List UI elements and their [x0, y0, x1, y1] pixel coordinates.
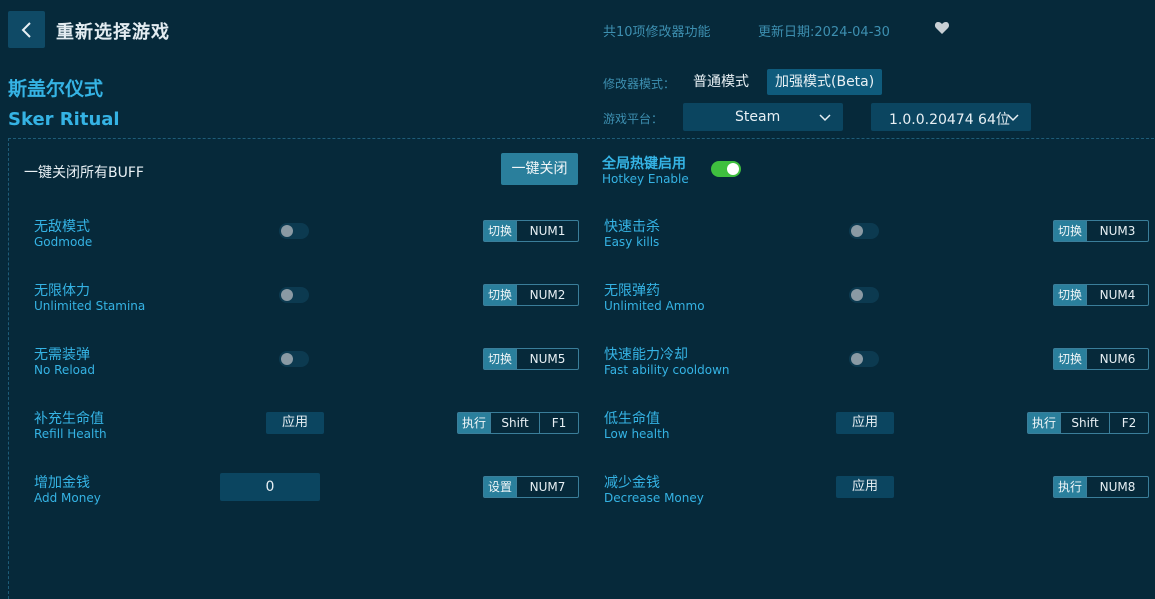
features-count: 共10项修改器功能 [603, 25, 711, 40]
hotkey-key[interactable]: NUM5 [516, 349, 578, 369]
mode-label: 修改器模式： [603, 77, 676, 91]
update-date: 更新日期:2024-04-30 [758, 25, 890, 40]
hotkey-key[interactable]: NUM3 [1086, 221, 1148, 241]
feature-label-cn: 快速能力冷却 [604, 347, 688, 363]
platform-select[interactable]: Steam [683, 103, 843, 131]
hotkey-key[interactable]: Shift [1060, 413, 1109, 433]
platform-label: 游戏平台： [603, 112, 664, 126]
hotkey-action[interactable]: 设置 [484, 477, 517, 497]
decmoney-hotkey[interactable]: 执行 NUM8 [1053, 476, 1149, 498]
stamina-hotkey[interactable]: 切换 NUM2 [483, 284, 579, 306]
lowhealth-apply-button[interactable]: 应用 [836, 412, 894, 434]
heart-icon[interactable] [934, 20, 952, 38]
buff-label: 一键关闭所有BUFF [24, 165, 144, 181]
easykills-hotkey[interactable]: 切换 NUM3 [1053, 220, 1149, 242]
normal-mode-button[interactable]: 普通模式 [685, 69, 757, 95]
feature-label-en: Unlimited Ammo [604, 299, 705, 313]
hotkey-key[interactable]: F1 [539, 413, 578, 433]
feature-label-en: Fast ability cooldown [604, 363, 730, 377]
refill-hotkey[interactable]: 执行 Shift F1 [457, 412, 579, 434]
feature-label-cn: 补充生命值 [34, 411, 104, 427]
feature-label-en: Unlimited Stamina [34, 299, 146, 313]
godmode-hotkey[interactable]: 切换 NUM1 [483, 220, 579, 242]
enhanced-mode-button[interactable]: 加强模式(Beta) [767, 69, 883, 95]
hotkey-key[interactable]: NUM6 [1086, 349, 1148, 369]
feature-label-en: Decrease Money [604, 491, 704, 505]
hotkey-label-en: Hotkey Enable [602, 172, 689, 186]
ammo-hotkey[interactable]: 切换 NUM4 [1053, 284, 1149, 306]
hotkey-action[interactable]: 切换 [1054, 349, 1087, 369]
chevron-down-icon [819, 114, 831, 122]
hotkey-key[interactable]: NUM7 [516, 477, 578, 497]
feature-label-cn: 无敌模式 [34, 219, 90, 235]
stamina-toggle[interactable] [279, 287, 309, 303]
feature-label-cn: 增加金钱 [34, 475, 90, 491]
hotkey-action[interactable]: 执行 [458, 413, 491, 433]
addmoney-value-input[interactable]: 0 [220, 473, 320, 501]
hotkey-key[interactable]: F2 [1109, 413, 1148, 433]
back-button[interactable] [8, 11, 45, 48]
hotkey-action[interactable]: 执行 [1054, 477, 1087, 497]
cooldown-toggle[interactable] [849, 351, 879, 367]
version-select[interactable]: 1.0.0.20474 64位 [871, 103, 1031, 131]
chevron-down-icon [1007, 114, 1019, 122]
hotkey-key[interactable]: NUM1 [516, 221, 578, 241]
feature-label-en: Low health [604, 427, 670, 441]
lowhealth-hotkey[interactable]: 执行 Shift F2 [1027, 412, 1149, 434]
noreload-hotkey[interactable]: 切换 NUM5 [483, 348, 579, 370]
feature-label-cn: 减少金钱 [604, 475, 660, 491]
decmoney-apply-button[interactable]: 应用 [836, 476, 894, 498]
close-all-button[interactable]: 一键关闭 [501, 153, 578, 185]
feature-label-cn: 低生命值 [604, 411, 660, 427]
hotkey-key[interactable]: NUM4 [1086, 285, 1148, 305]
feature-label-en: Refill Health [34, 427, 107, 441]
feature-label-cn: 无限体力 [34, 283, 90, 299]
hotkey-toggle[interactable] [711, 161, 741, 177]
feature-label-en: Godmode [34, 235, 93, 249]
page-title: 重新选择游戏 [56, 22, 170, 43]
game-name-en: Sker Ritual [8, 109, 120, 130]
easykills-toggle[interactable] [849, 223, 879, 239]
features-panel [8, 138, 1155, 599]
addmoney-hotkey[interactable]: 设置 NUM7 [483, 476, 579, 498]
godmode-toggle[interactable] [279, 223, 309, 239]
hotkey-key[interactable]: Shift [490, 413, 539, 433]
hotkey-action[interactable]: 执行 [1028, 413, 1061, 433]
hotkey-action[interactable]: 切换 [484, 285, 517, 305]
feature-label-cn: 无限弹药 [604, 283, 660, 299]
hotkey-label-cn: 全局热键启用 [602, 156, 686, 172]
hotkey-action[interactable]: 切换 [484, 349, 517, 369]
hotkey-action[interactable]: 切换 [1054, 285, 1087, 305]
noreload-toggle[interactable] [279, 351, 309, 367]
refill-apply-button[interactable]: 应用 [266, 412, 324, 434]
hotkey-key[interactable]: NUM2 [516, 285, 578, 305]
ammo-toggle[interactable] [849, 287, 879, 303]
feature-label-cn: 快速击杀 [604, 219, 660, 235]
cooldown-hotkey[interactable]: 切换 NUM6 [1053, 348, 1149, 370]
feature-label-en: No Reload [34, 363, 95, 377]
hotkey-action[interactable]: 切换 [484, 221, 517, 241]
version-value: 1.0.0.20474 64位 [889, 112, 1010, 128]
game-name-cn: 斯盖尔仪式 [8, 78, 104, 100]
platform-value: Steam [735, 109, 781, 125]
feature-label-cn: 无需装弹 [34, 347, 90, 363]
feature-label-en: Add Money [34, 491, 101, 505]
hotkey-key[interactable]: NUM8 [1086, 477, 1148, 497]
feature-label-en: Easy kills [604, 235, 660, 249]
chevron-left-icon [21, 21, 31, 38]
hotkey-action[interactable]: 切换 [1054, 221, 1087, 241]
